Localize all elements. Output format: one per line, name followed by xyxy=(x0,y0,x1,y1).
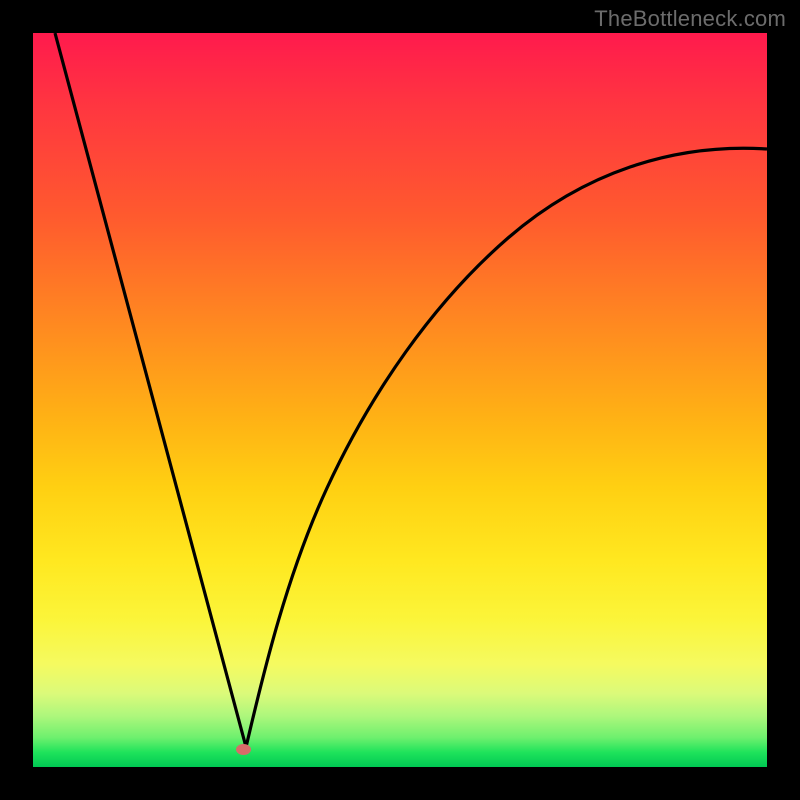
plot-area xyxy=(33,33,767,767)
curve-left-branch xyxy=(55,33,246,747)
minimum-marker xyxy=(236,744,251,755)
curve-svg xyxy=(33,33,767,767)
curve-right-branch xyxy=(246,148,767,747)
watermark-text: TheBottleneck.com xyxy=(594,6,786,32)
chart-frame: TheBottleneck.com xyxy=(0,0,800,800)
